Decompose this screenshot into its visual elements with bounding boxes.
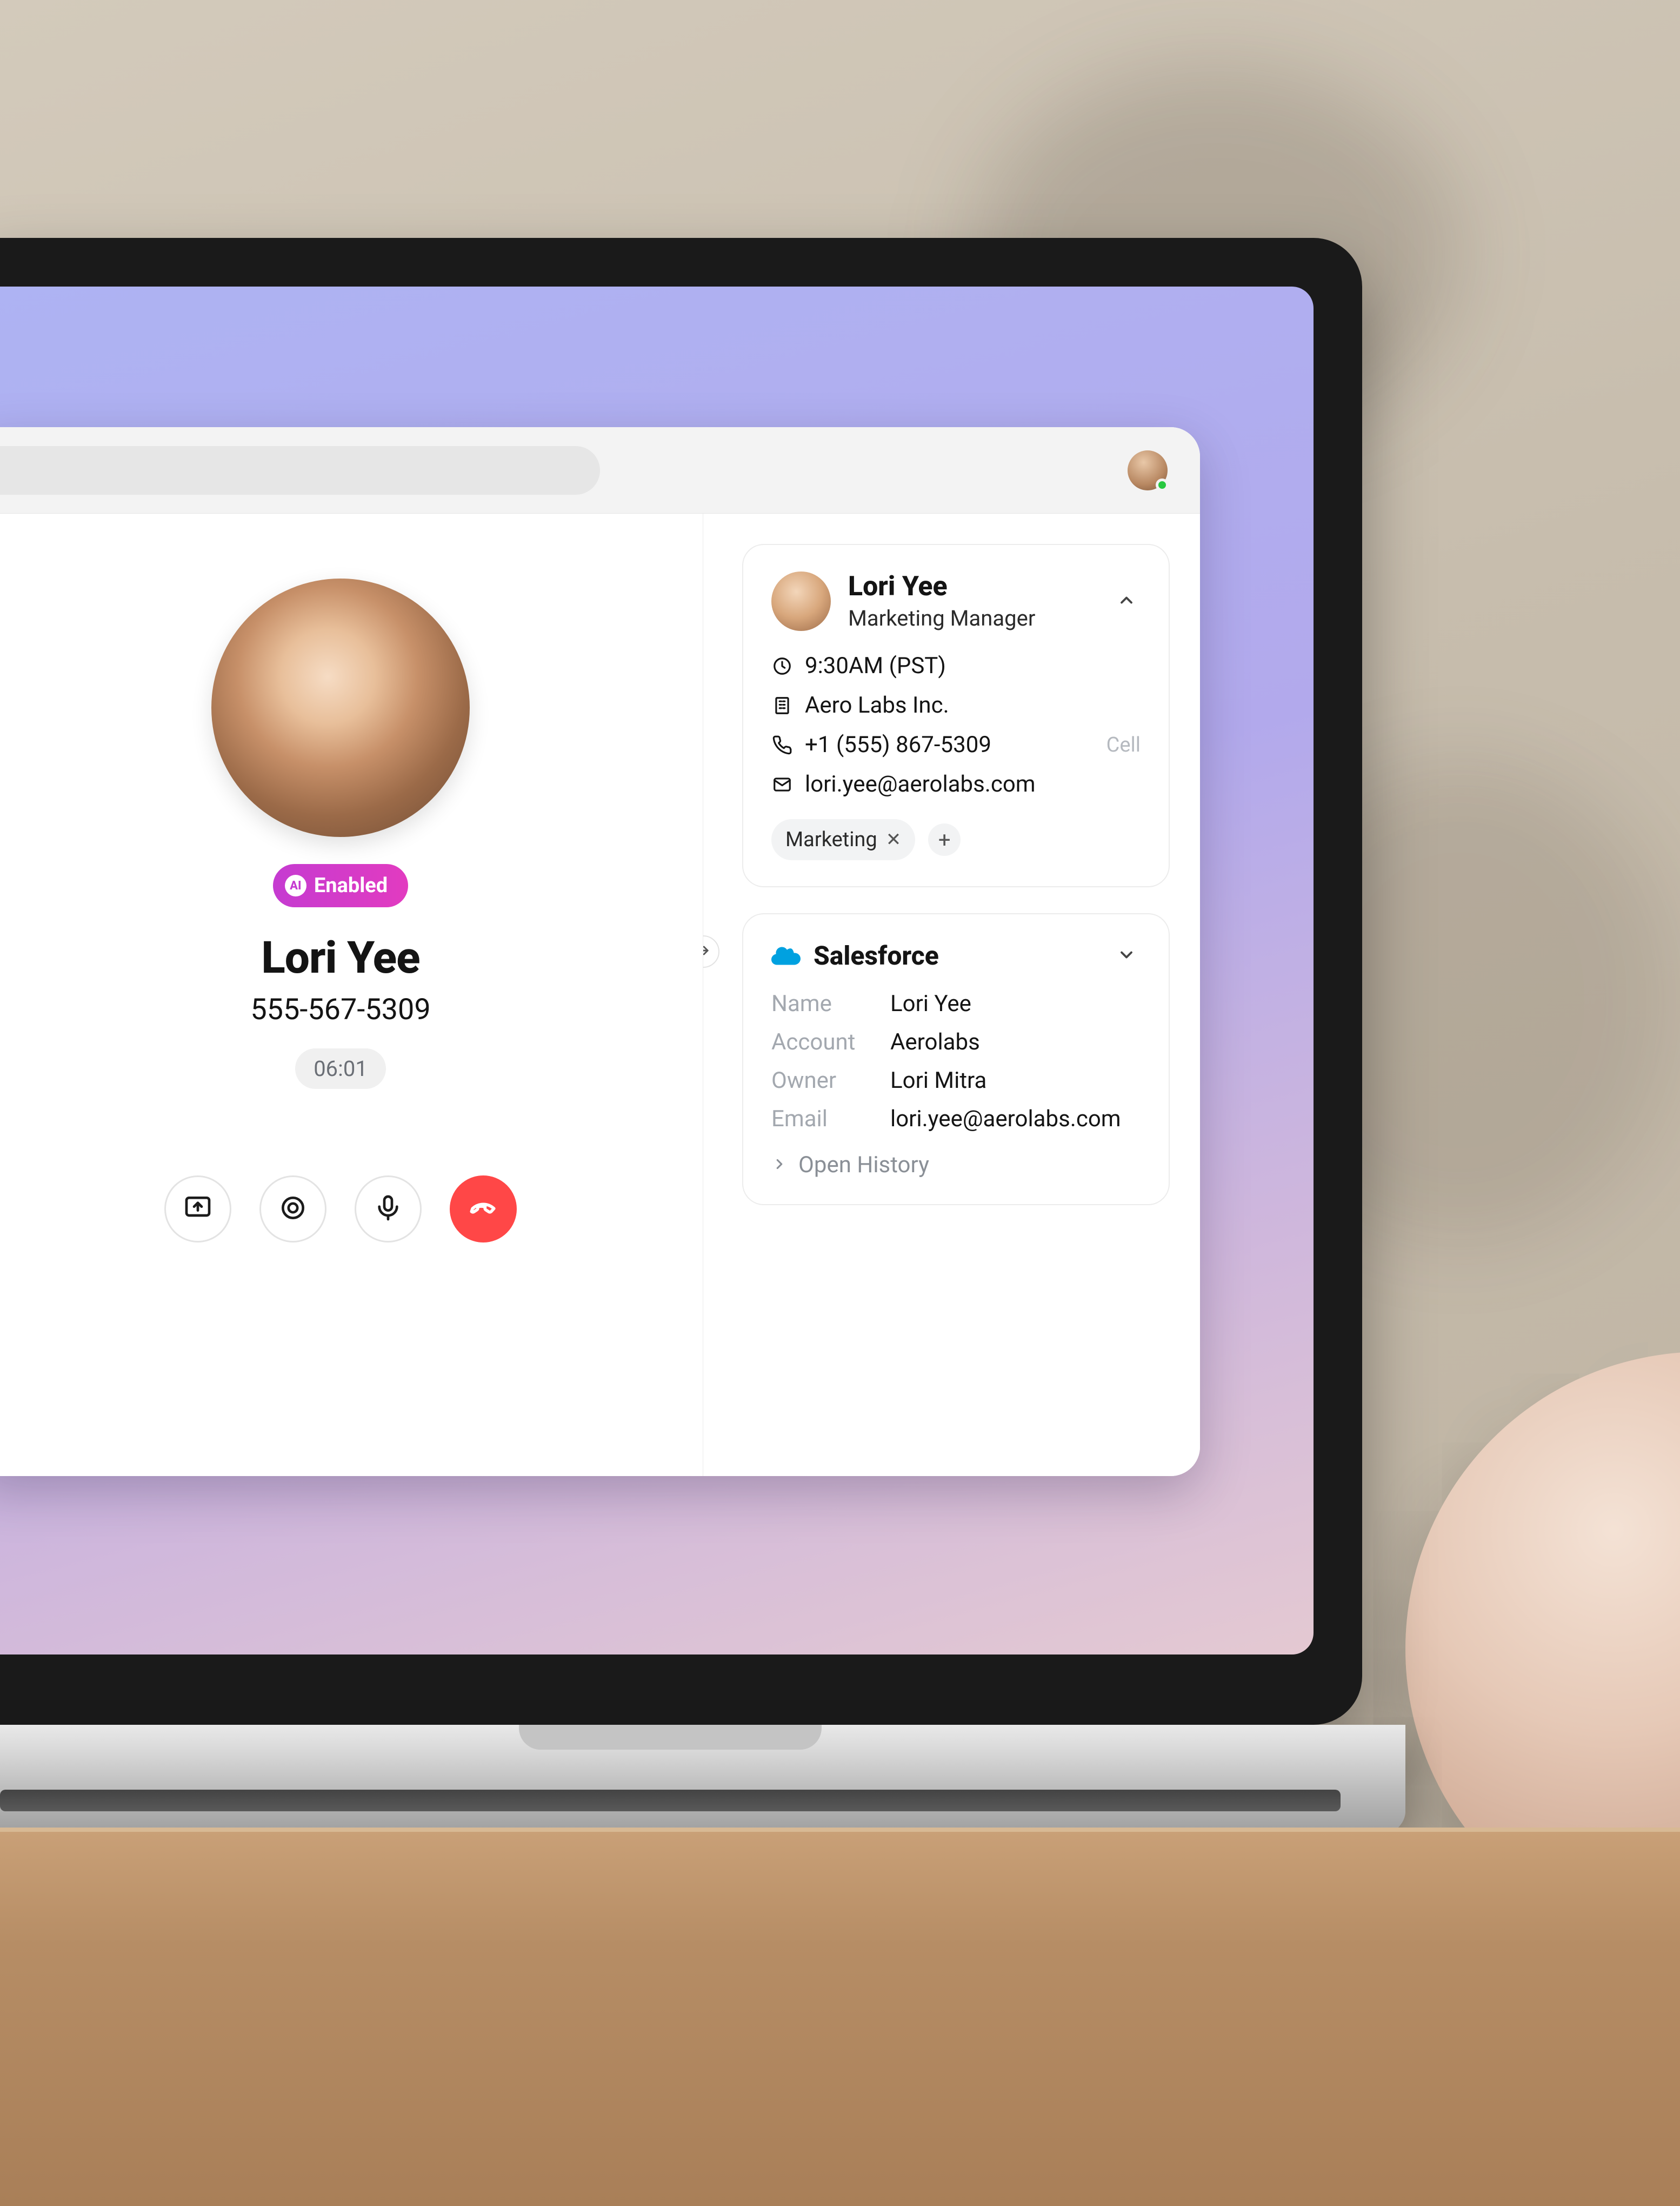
hangup-icon (468, 1193, 498, 1225)
salesforce-title: Salesforce (814, 940, 1099, 971)
phone-icon (771, 734, 793, 756)
sf-account-label: Account (771, 1029, 890, 1055)
search-input[interactable] (0, 446, 600, 495)
remove-tag-icon[interactable]: ✕ (886, 829, 902, 850)
ai-icon: AI (285, 875, 306, 896)
desk-surface (0, 1828, 1680, 2206)
sf-name-label: Name (771, 991, 890, 1017)
contact-tags: Marketing ✕ + (771, 819, 1141, 860)
laptop-base (0, 1725, 1405, 1844)
contact-name: Lori Yee (848, 571, 1095, 602)
mail-icon (771, 774, 793, 795)
contact-role: Marketing Manager (848, 606, 1095, 631)
collapse-contact-button[interactable] (1112, 587, 1141, 615)
contact-local-time: 9:30AM (PST) (805, 653, 946, 679)
salesforce-card: Salesforce Name Lori Yee (742, 913, 1170, 1205)
contact-header: Lori Yee Marketing Manager (771, 571, 1141, 631)
ai-badge-label: Enabled (314, 874, 388, 898)
contact-phone: +1 (555) 867-5309 (805, 732, 991, 758)
topbar (0, 427, 1200, 514)
call-controls (164, 1175, 517, 1242)
sf-email-label: Email (771, 1106, 890, 1132)
contact-company: Aero Labs Inc. (805, 692, 949, 719)
open-history-button[interactable]: Open History (771, 1152, 1141, 1178)
current-user-avatar[interactable] (1128, 450, 1168, 490)
screen-share-icon (183, 1193, 213, 1225)
tag-label: Marketing (785, 828, 877, 852)
contact-local-time-row: 9:30AM (PST) (771, 653, 1141, 679)
caller-avatar (211, 579, 470, 837)
open-history-label: Open History (798, 1152, 929, 1178)
screen-share-button[interactable] (164, 1175, 231, 1242)
microphone-icon (373, 1193, 403, 1225)
app-window: AI Enabled Lori Yee 555-567-5309 06:01 (0, 427, 1200, 1476)
laptop-lid: AI Enabled Lori Yee 555-567-5309 06:01 (0, 238, 1362, 1725)
laptop-screen: AI Enabled Lori Yee 555-567-5309 06:01 (0, 287, 1314, 1654)
contact-phone-row: +1 (555) 867-5309 Cell (771, 732, 1141, 758)
call-duration: 06:01 (295, 1048, 386, 1089)
contact-phone-type: Cell (1106, 733, 1141, 757)
mute-button[interactable] (355, 1175, 422, 1242)
building-icon (771, 695, 793, 716)
add-tag-button[interactable]: + (928, 823, 961, 856)
contact-avatar (771, 572, 831, 631)
ai-enabled-badge[interactable]: AI Enabled (273, 864, 408, 907)
scene-background: AI Enabled Lori Yee 555-567-5309 06:01 (0, 0, 1680, 2163)
chevron-right-icon (771, 1152, 788, 1178)
sf-owner-label: Owner (771, 1067, 890, 1094)
salesforce-header: Salesforce (771, 940, 1141, 971)
contact-email-row: lori.yee@aerolabs.com (771, 771, 1141, 798)
chevron-up-icon (1117, 590, 1136, 612)
contact-company-row: Aero Labs Inc. (771, 692, 1141, 719)
clock-icon (771, 655, 793, 677)
hangup-button[interactable] (450, 1175, 517, 1242)
salesforce-fields: Name Lori Yee Account Aerolabs Owner Lor… (771, 991, 1141, 1132)
sf-email-value: lori.yee@aerolabs.com (890, 1106, 1141, 1132)
app-body: AI Enabled Lori Yee 555-567-5309 06:01 (0, 514, 1200, 1476)
salesforce-icon (771, 946, 801, 966)
collapse-panel-button[interactable] (703, 935, 719, 968)
plus-icon: + (938, 827, 951, 853)
laptop-keyboard (0, 1790, 1341, 1811)
sf-account-value: Aerolabs (890, 1029, 1141, 1055)
sf-owner-value: Lori Mitra (890, 1067, 1141, 1094)
caller-number: 555-567-5309 (250, 993, 430, 1027)
presence-indicator (1156, 479, 1169, 491)
record-icon (278, 1193, 308, 1225)
contact-email: lori.yee@aerolabs.com (805, 771, 1036, 798)
laptop: AI Enabled Lori Yee 555-567-5309 06:01 (0, 238, 1362, 1844)
contact-side-panel: Lori Yee Marketing Manager (703, 514, 1200, 1476)
chevron-down-icon (1117, 945, 1136, 967)
sf-name-value: Lori Yee (890, 991, 1141, 1017)
arrow-right-icon (703, 943, 711, 960)
record-button[interactable] (259, 1175, 326, 1242)
tag-chip[interactable]: Marketing ✕ (771, 819, 915, 860)
collapse-salesforce-button[interactable] (1112, 942, 1141, 970)
laptop-notch (519, 1725, 822, 1750)
caller-name: Lori Yee (261, 932, 419, 984)
contact-card: Lori Yee Marketing Manager (742, 544, 1170, 887)
call-panel: AI Enabled Lori Yee 555-567-5309 06:01 (0, 514, 703, 1476)
contact-info-list: 9:30AM (PST) Aero Labs Inc. (771, 653, 1141, 798)
